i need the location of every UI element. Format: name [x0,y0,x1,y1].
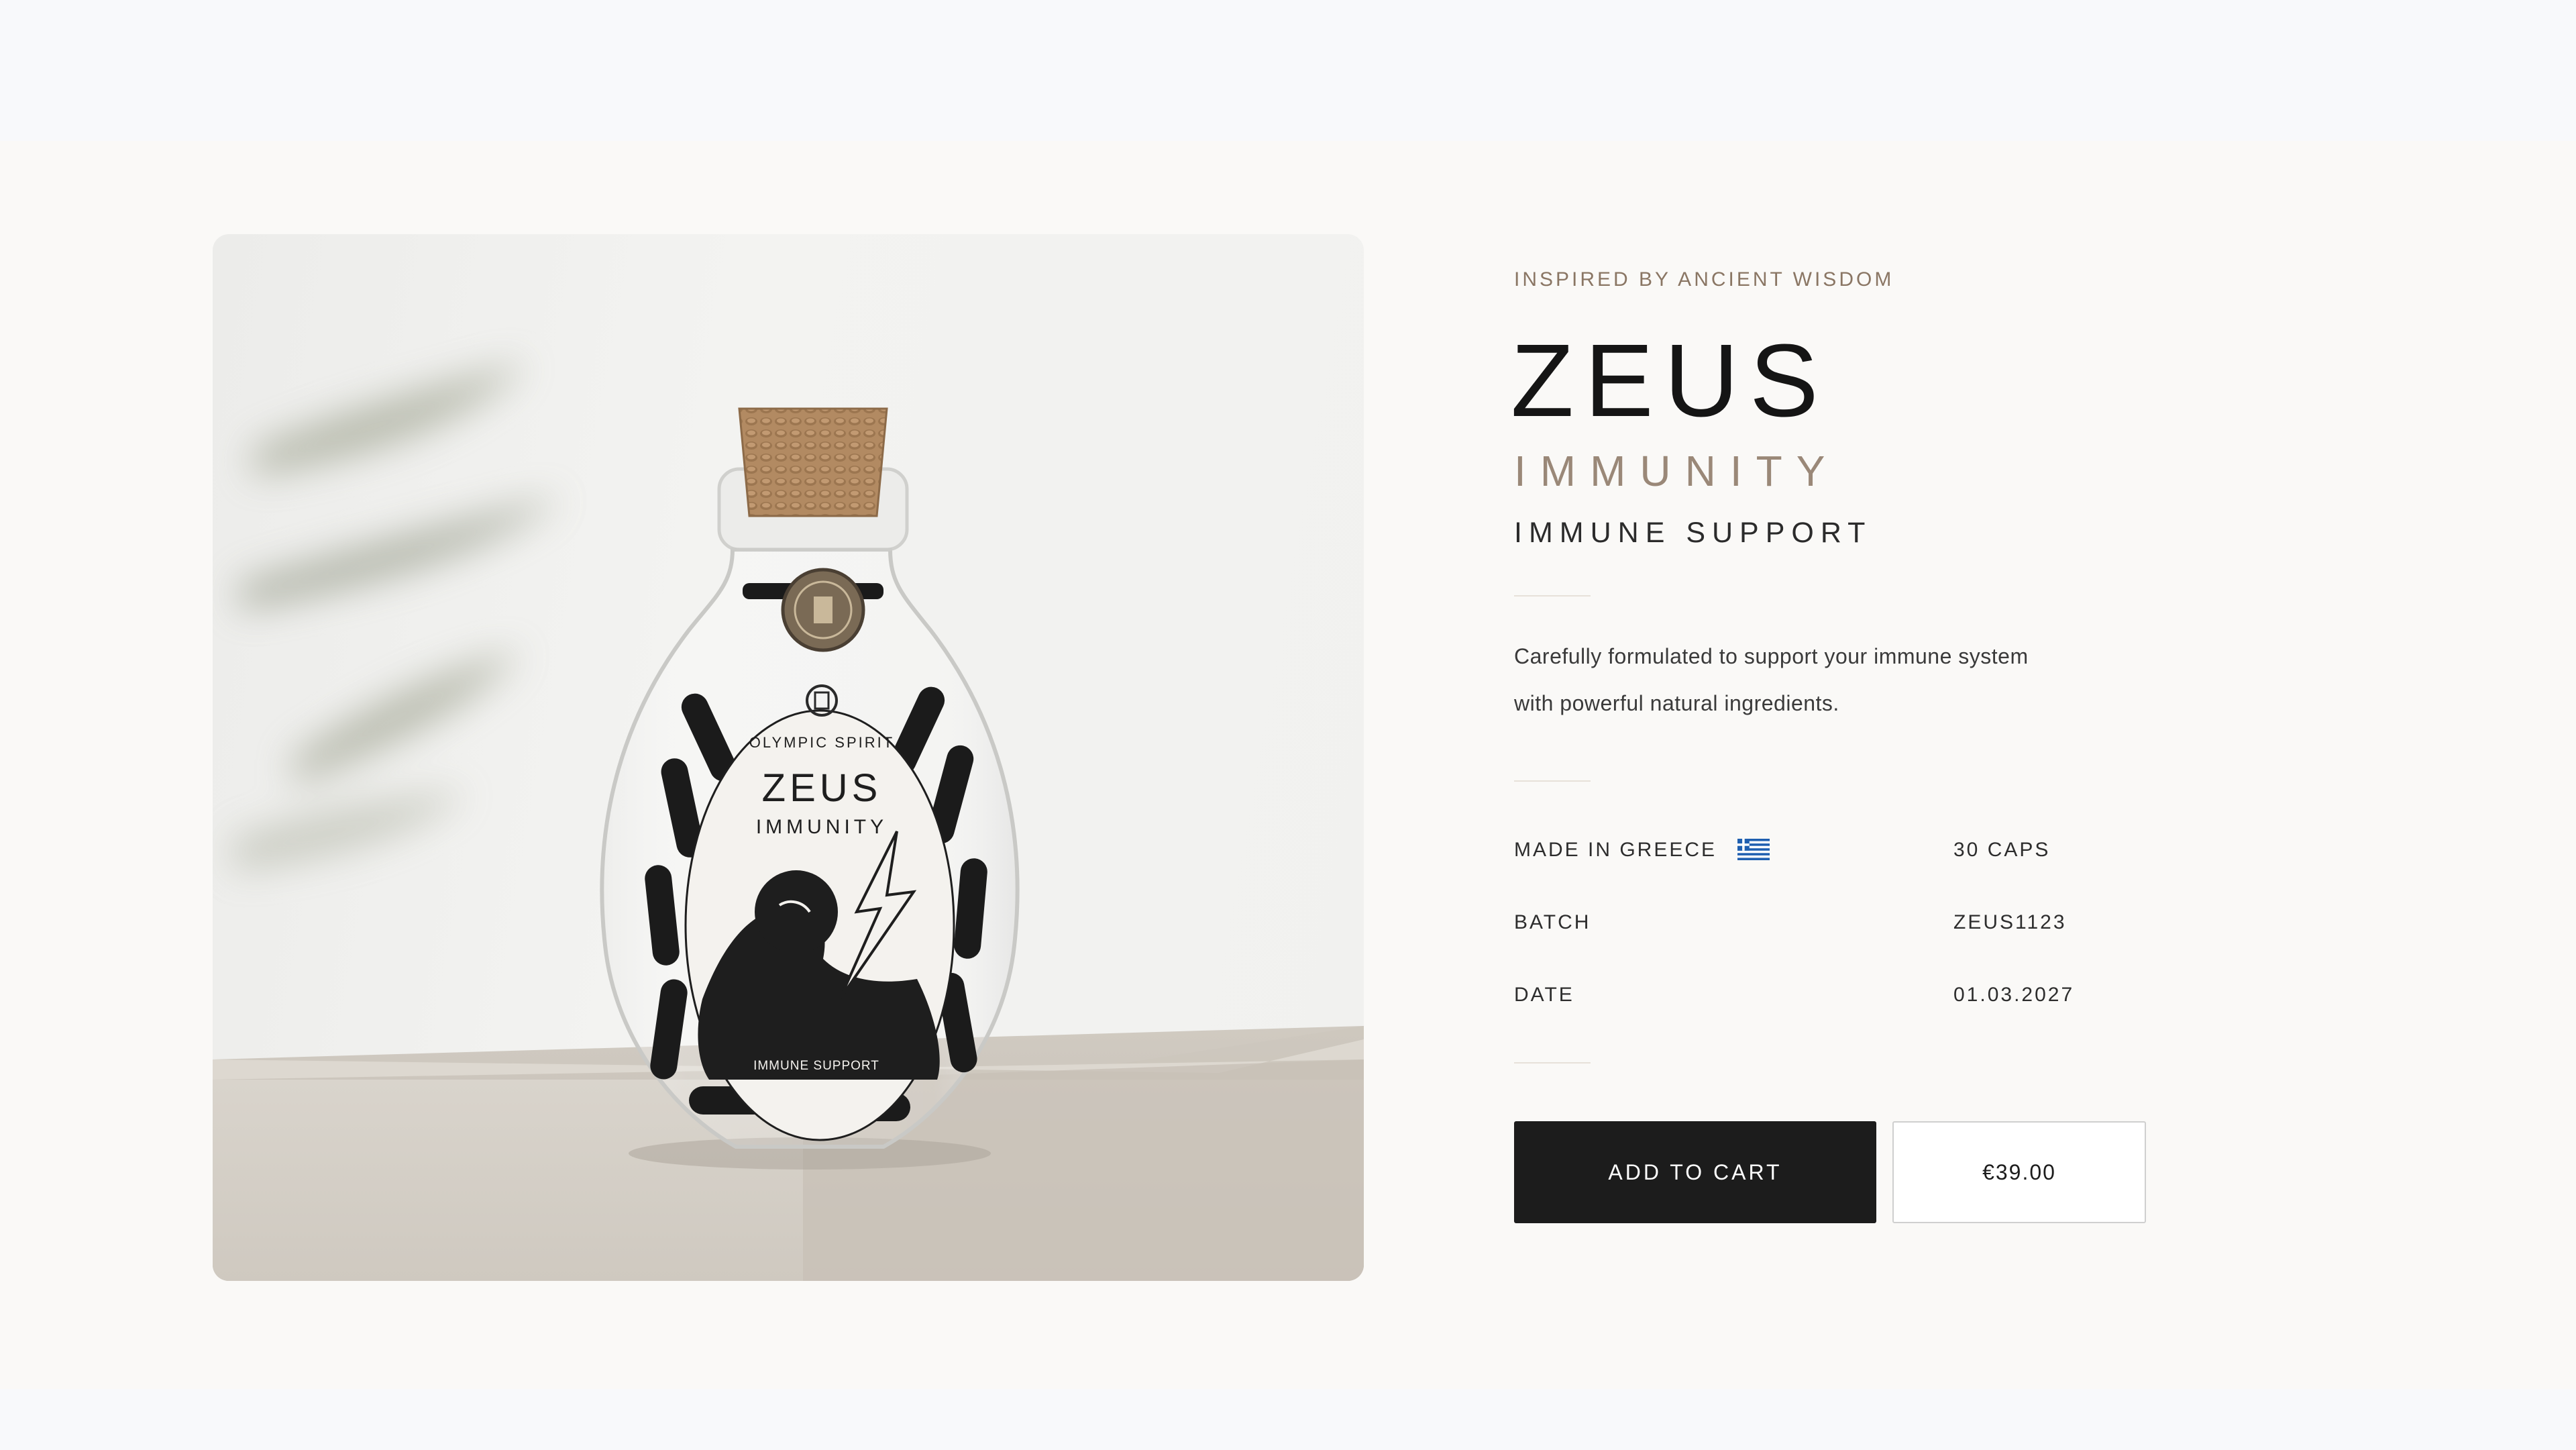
divider [1514,780,1591,782]
spec-origin-label: MADE IN GREECE [1514,839,1717,861]
product-subtitle: IMMUNITY [1514,447,1839,495]
description-line: with powerful natural ingredients. [1514,691,1839,715]
top-band [0,0,2576,141]
divider [1514,595,1591,597]
divider [1514,1062,1591,1064]
product-image: OLYMPIC SPIRIT ZEUS IMMUNITY IMMUNE SUPP… [213,234,1364,1281]
spec-date-value: 01.03.2027 [1953,984,2075,1006]
product-tagline: IMMUNE SUPPORT [1514,517,1872,549]
greece-flag-icon [1737,839,1770,860]
price-button[interactable]: €39.00 [1892,1121,2146,1223]
bottle: OLYMPIC SPIRIT ZEUS IMMUNITY IMMUNE SUPP… [600,407,1020,1149]
spec-batch-label: BATCH [1514,911,1591,933]
spec-caps-value: 30 CAPS [1953,839,2051,861]
label-variant: IMMUNITY [756,816,888,838]
product-description: Carefully formulated to support your imm… [1514,633,2185,727]
label-brand: OLYMPIC SPIRIT [749,734,894,751]
spec-batch-value: ZEUS1123 [1953,911,2067,933]
product-photo-illustration: OLYMPIC SPIRIT ZEUS IMMUNITY IMMUNE SUPP… [213,362,1364,1281]
eyebrow-text: INSPIRED BY ANCIENT WISDOM [1514,268,1894,291]
spec-date-label: DATE [1514,984,1574,1006]
bottom-band [0,1389,2576,1450]
product-title: ZEUS [1511,323,1829,438]
description-line: Carefully formulated to support your imm… [1514,644,2029,668]
label-footer: IMMUNE SUPPORT [753,1059,879,1073]
label-name: ZEUS [762,766,882,810]
blurred-leaves [233,362,561,872]
add-to-cart-button[interactable]: ADD TO CART [1514,1121,1876,1223]
